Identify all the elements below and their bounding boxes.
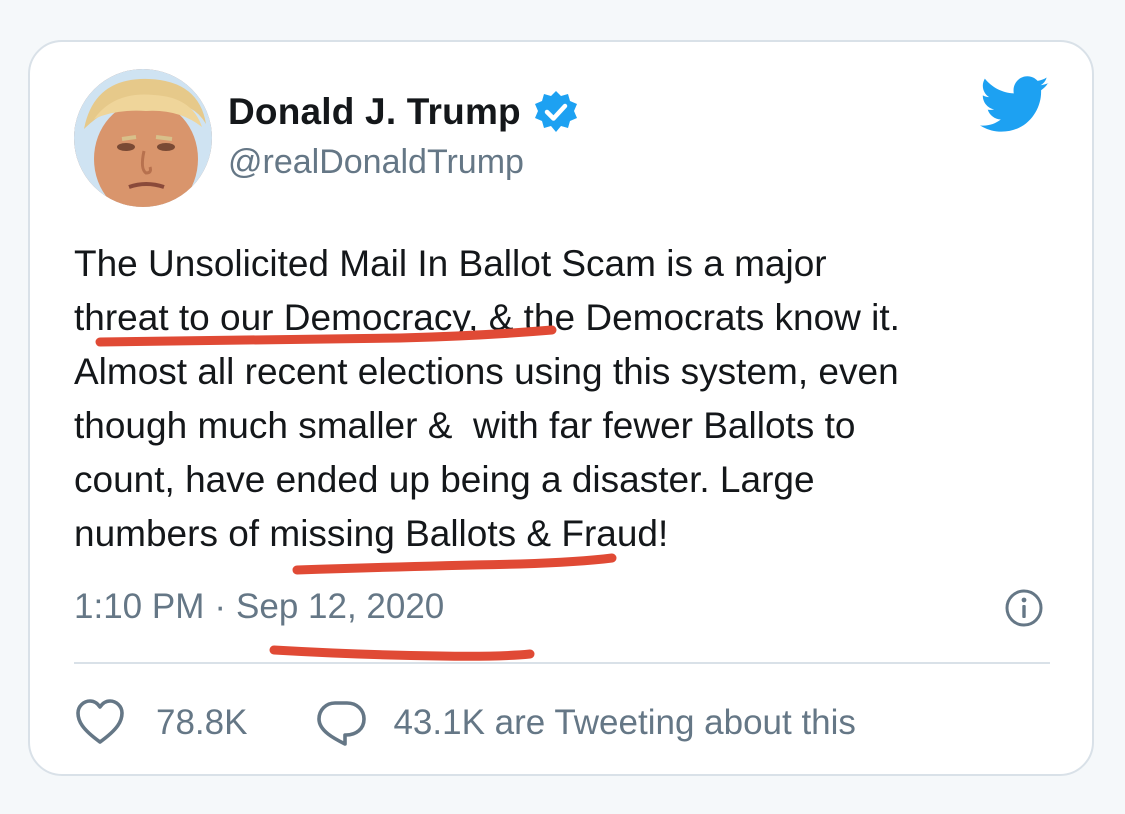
tweet-timestamp[interactable]: 1:10 PM · Sep 12, 2020 [74,582,444,632]
like-count[interactable]: 78.8K [156,703,247,743]
author-handle[interactable]: @realDonaldTrump [228,143,524,182]
tweet-time[interactable]: 1:10 PM [74,587,204,627]
speech-bubble-icon[interactable] [315,697,367,749]
tweet-actions: 78.8K 43.1K are Tweeting about this [74,692,856,754]
meta-separator: · [214,587,227,626]
verified-badge-icon [533,89,579,135]
author-row: Donald J. Trump [228,88,579,136]
heart-icon[interactable] [74,697,126,749]
tweet-text: The Unsolicited Mail In Ballot Scam is a… [74,243,900,554]
tweet-date[interactable]: Sep 12, 2020 [236,587,444,627]
author-name[interactable]: Donald J. Trump [228,91,521,133]
tweeting-about-count[interactable]: 43.1K are Tweeting about this [393,703,855,743]
info-icon[interactable] [1004,588,1044,628]
avatar[interactable] [74,69,212,207]
divider [74,662,1050,664]
tweet-card: Donald J. Trump @realDonaldTrump The Uns… [28,40,1094,776]
twitter-bird-icon[interactable] [979,76,1050,134]
